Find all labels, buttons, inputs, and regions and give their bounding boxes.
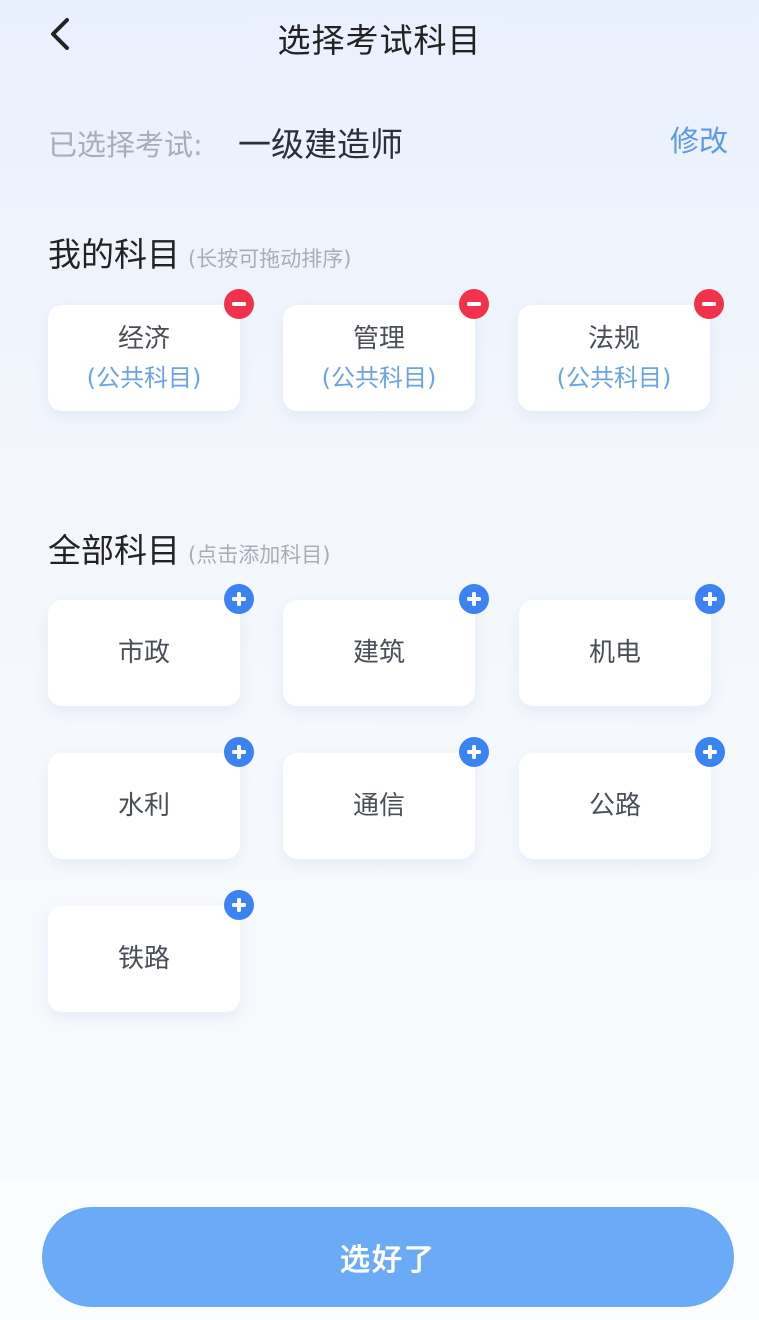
- selected-exam-label: 已选择考试:: [48, 128, 203, 162]
- subject-card[interactable]: 水利: [48, 737, 254, 859]
- add-subject-button[interactable]: [459, 737, 489, 767]
- plus-icon: [232, 745, 246, 759]
- subject-type: (公共科目): [86, 364, 202, 392]
- subject-card[interactable]: 公路: [519, 737, 725, 859]
- my-subjects-title: 我的科目: [48, 235, 180, 274]
- subject-name: 经济: [117, 324, 170, 354]
- minus-icon: [232, 302, 246, 306]
- plus-icon: [467, 592, 481, 606]
- add-subject-button[interactable]: [695, 584, 725, 614]
- my-subjects-hint: (长按可拖动排序): [188, 247, 352, 271]
- my-subject-card[interactable]: 管理 (公共科目): [283, 289, 489, 411]
- modify-exam-link[interactable]: 修改: [670, 118, 728, 160]
- remove-subject-button[interactable]: [224, 289, 254, 319]
- remove-subject-button[interactable]: [694, 289, 724, 319]
- subject-name: 机电: [588, 638, 641, 668]
- all-subjects-heading: 全部科目 (点击添加科目): [48, 524, 330, 572]
- plus-icon: [703, 745, 717, 759]
- add-subject-button[interactable]: [695, 737, 725, 767]
- add-subject-button[interactable]: [224, 737, 254, 767]
- remove-subject-button[interactable]: [459, 289, 489, 319]
- selected-exam-value: 一级建造师: [238, 125, 403, 164]
- add-subject-button[interactable]: [224, 584, 254, 614]
- subject-name: 水利: [117, 791, 170, 821]
- plus-icon: [467, 745, 481, 759]
- subject-card[interactable]: 机电: [519, 584, 725, 706]
- subject-name: 法规: [587, 324, 640, 354]
- minus-icon: [702, 302, 716, 306]
- subject-card[interactable]: 市政: [48, 584, 254, 706]
- add-subject-button[interactable]: [459, 584, 489, 614]
- add-subject-button[interactable]: [224, 890, 254, 920]
- subject-name: 通信: [352, 791, 405, 821]
- done-button[interactable]: 选好了: [42, 1207, 734, 1307]
- my-subject-card[interactable]: 经济 (公共科目): [48, 289, 254, 411]
- minus-icon: [467, 302, 481, 306]
- subject-name: 市政: [117, 638, 170, 668]
- page-title: 选择考试科目: [277, 21, 482, 60]
- plus-icon: [232, 592, 246, 606]
- my-subject-card[interactable]: 法规 (公共科目): [518, 289, 724, 411]
- subject-type: (公共科目): [556, 364, 672, 392]
- subject-name: 公路: [588, 791, 641, 821]
- all-subjects-hint: (点击添加科目): [188, 543, 331, 567]
- selected-exam-row: 已选择考试: 一级建造师 修改: [48, 118, 728, 164]
- subject-type: (公共科目): [321, 364, 437, 392]
- subject-name: 建筑: [352, 638, 405, 668]
- plus-icon: [703, 592, 717, 606]
- plus-icon: [232, 898, 246, 912]
- subject-card[interactable]: 铁路: [48, 890, 254, 1012]
- subject-name: 铁路: [117, 944, 170, 974]
- all-subjects-title: 全部科目: [48, 531, 180, 570]
- header-bar: 选择考试科目: [0, 0, 759, 68]
- subject-card[interactable]: 通信: [283, 737, 489, 859]
- my-subjects-heading: 我的科目 (长按可拖动排序): [48, 228, 351, 276]
- subject-card[interactable]: 建筑: [283, 584, 489, 706]
- subject-name: 管理: [352, 324, 405, 354]
